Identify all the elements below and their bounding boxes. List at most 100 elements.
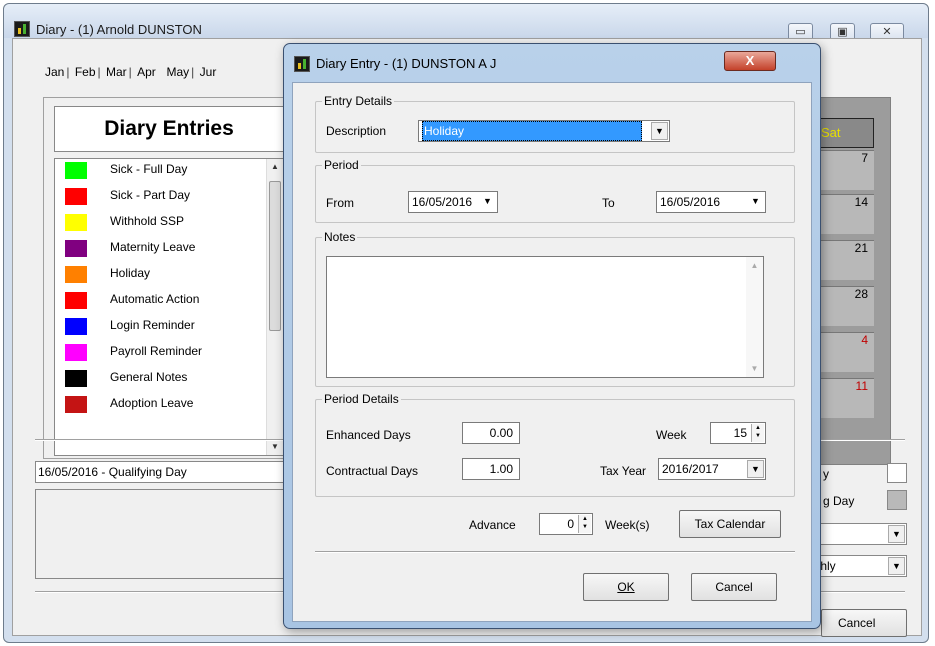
scroll-up-icon[interactable]: ▲ [267,159,283,175]
contractual-days-label: Contractual Days [326,464,419,478]
contractual-days-input[interactable]: 1.00 [462,458,520,480]
right-combo-2[interactable]: thly ▼ [813,555,907,577]
legend-item[interactable]: Adoption Leave [55,393,283,419]
tab-apr[interactable]: Apr [135,65,158,79]
entry-type-legend[interactable]: Sick - Full Day Sick - Part Day Withhold… [54,158,284,456]
diary-entry-dialog: Diary Entry - (1) DUNSTON A J X Entry De… [283,43,821,629]
chevron-down-icon[interactable]: ▼ [747,460,764,478]
legend-swatch [65,214,87,231]
legend-label: General Notes [110,370,188,384]
cancel-button[interactable]: Cancel [691,573,777,601]
advance-stepper[interactable]: 0 ▲ ▼ [539,513,593,535]
notes-scrollbar[interactable]: ▲ ▼ [746,257,763,377]
selected-day-status: 16/05/2016 - Qualifying Day [35,461,295,483]
dialog-body: Entry Details Description Holiday ▼ Peri… [292,82,812,622]
right-checkbox-1[interactable] [887,463,907,483]
main-cancel-label: Cancel [838,616,876,630]
month-tabs: Jan | Feb | Mar | Apr May | Jur [43,65,219,79]
tab-jun[interactable]: Jur [198,65,219,79]
enhanced-days-input[interactable]: 0.00 [462,422,520,444]
notes-group: Notes ▲ ▼ [315,230,795,387]
legend-label: Adoption Leave [110,396,194,410]
period-details-caption: Period Details [322,392,401,406]
scroll-thumb[interactable] [269,181,281,331]
calendar-cell[interactable]: 28 [814,286,874,326]
to-label: To [602,196,615,210]
legend-swatch [65,396,87,413]
week-stepper[interactable]: 15 ▲ ▼ [710,422,766,444]
legend-label: Automatic Action [110,292,200,306]
notes-textarea[interactable]: ▲ ▼ [326,256,764,378]
legend-item[interactable]: Holiday [55,263,283,289]
spinner-arrows-icon[interactable]: ▲ ▼ [578,515,591,533]
legend-item[interactable]: General Notes [55,367,283,393]
tab-feb[interactable]: Feb [73,65,98,79]
scroll-down-icon[interactable]: ▼ [267,439,283,455]
legend-item[interactable]: Automatic Action [55,289,283,315]
legend-item[interactable]: Payroll Reminder [55,341,283,367]
dialog-divider [315,551,795,553]
calendar-cell[interactable]: 4 [814,332,874,372]
calendar-cell[interactable]: 7 [814,150,874,190]
chevron-down-icon[interactable]: ▼ [651,122,668,140]
right-label-1: y [823,467,829,481]
legend-swatch [65,162,87,179]
advance-suffix: Week(s) [605,518,650,532]
to-date-picker[interactable]: 16/05/2016 ▼ [656,191,766,213]
period-details-group: Period Details Enhanced Days 0.00 Week 1… [315,392,795,497]
legend-swatch [65,188,87,205]
calendar-cell[interactable]: 14 [814,194,874,234]
calendar-day-header: Sat [814,118,874,148]
legend-item[interactable]: Sick - Full Day [55,159,283,185]
from-date-value: 16/05/2016 [412,195,473,209]
legend-label: Withhold SSP [110,214,185,228]
scroll-down-icon[interactable]: ▼ [746,364,763,373]
from-date-picker[interactable]: 16/05/2016 ▼ [408,191,498,213]
app-icon [14,21,30,37]
legend-swatch [65,318,87,335]
legend-scrollbar[interactable]: ▲ ▼ [266,159,283,455]
spinner-arrows-icon[interactable]: ▲ ▼ [751,424,764,442]
legend-item[interactable]: Sick - Part Day [55,185,283,211]
entry-details-group: Entry Details Description Holiday ▼ [315,94,795,153]
entry-details-caption: Entry Details [322,94,395,108]
advance-value: 0 [567,517,574,531]
day-memo-box [35,489,293,579]
legend-swatch [65,240,87,257]
legend-label: Maternity Leave [110,240,196,254]
right-label-2: g Day [823,494,855,508]
ok-button[interactable]: OK [583,573,669,601]
chevron-down-icon[interactable]: ▼ [888,525,905,543]
tax-calendar-button[interactable]: Tax Calendar [679,510,781,538]
tab-jan[interactable]: Jan [43,65,66,79]
diary-entries-header: Diary Entries [54,106,284,152]
legend-swatch [65,344,87,361]
diary-titlebar: Diary - (1) Arnold DUNSTON ▭ ▣ ✕ [4,4,928,42]
description-dropdown[interactable]: Holiday ▼ [418,120,670,142]
tax-year-value: 2016/2017 [662,462,719,476]
calendar-cell[interactable]: 21 [814,240,874,280]
scroll-up-icon[interactable]: ▲ [746,261,763,270]
description-label: Description [326,124,387,138]
advance-label: Advance [469,518,516,532]
chevron-down-icon[interactable]: ▼ [747,193,764,211]
tab-may[interactable]: May [165,65,192,79]
legend-item[interactable]: Maternity Leave [55,237,283,263]
period-caption: Period [322,158,361,172]
legend-label: Sick - Full Day [110,162,188,176]
right-combo-1[interactable]: ▼ [813,523,907,545]
chevron-down-icon[interactable]: ▼ [479,193,496,211]
legend-item[interactable]: Withhold SSP [55,211,283,237]
dialog-close-button[interactable]: X [724,51,776,71]
description-value: Holiday [422,121,642,141]
tax-year-dropdown[interactable]: 2016/2017 ▼ [658,458,766,480]
tab-mar[interactable]: Mar [104,65,129,79]
right-checkbox-2[interactable] [887,490,907,510]
legend-item[interactable]: Login Reminder [55,315,283,341]
calendar-cell[interactable]: 11 [814,378,874,418]
week-label: Week [656,428,687,442]
chevron-down-icon[interactable]: ▼ [888,557,905,575]
main-cancel-button[interactable]: Cancel [821,609,907,637]
period-group: Period From 16/05/2016 ▼ To 16/05/2016 ▼ [315,158,795,223]
legend-label: Payroll Reminder [110,344,203,358]
